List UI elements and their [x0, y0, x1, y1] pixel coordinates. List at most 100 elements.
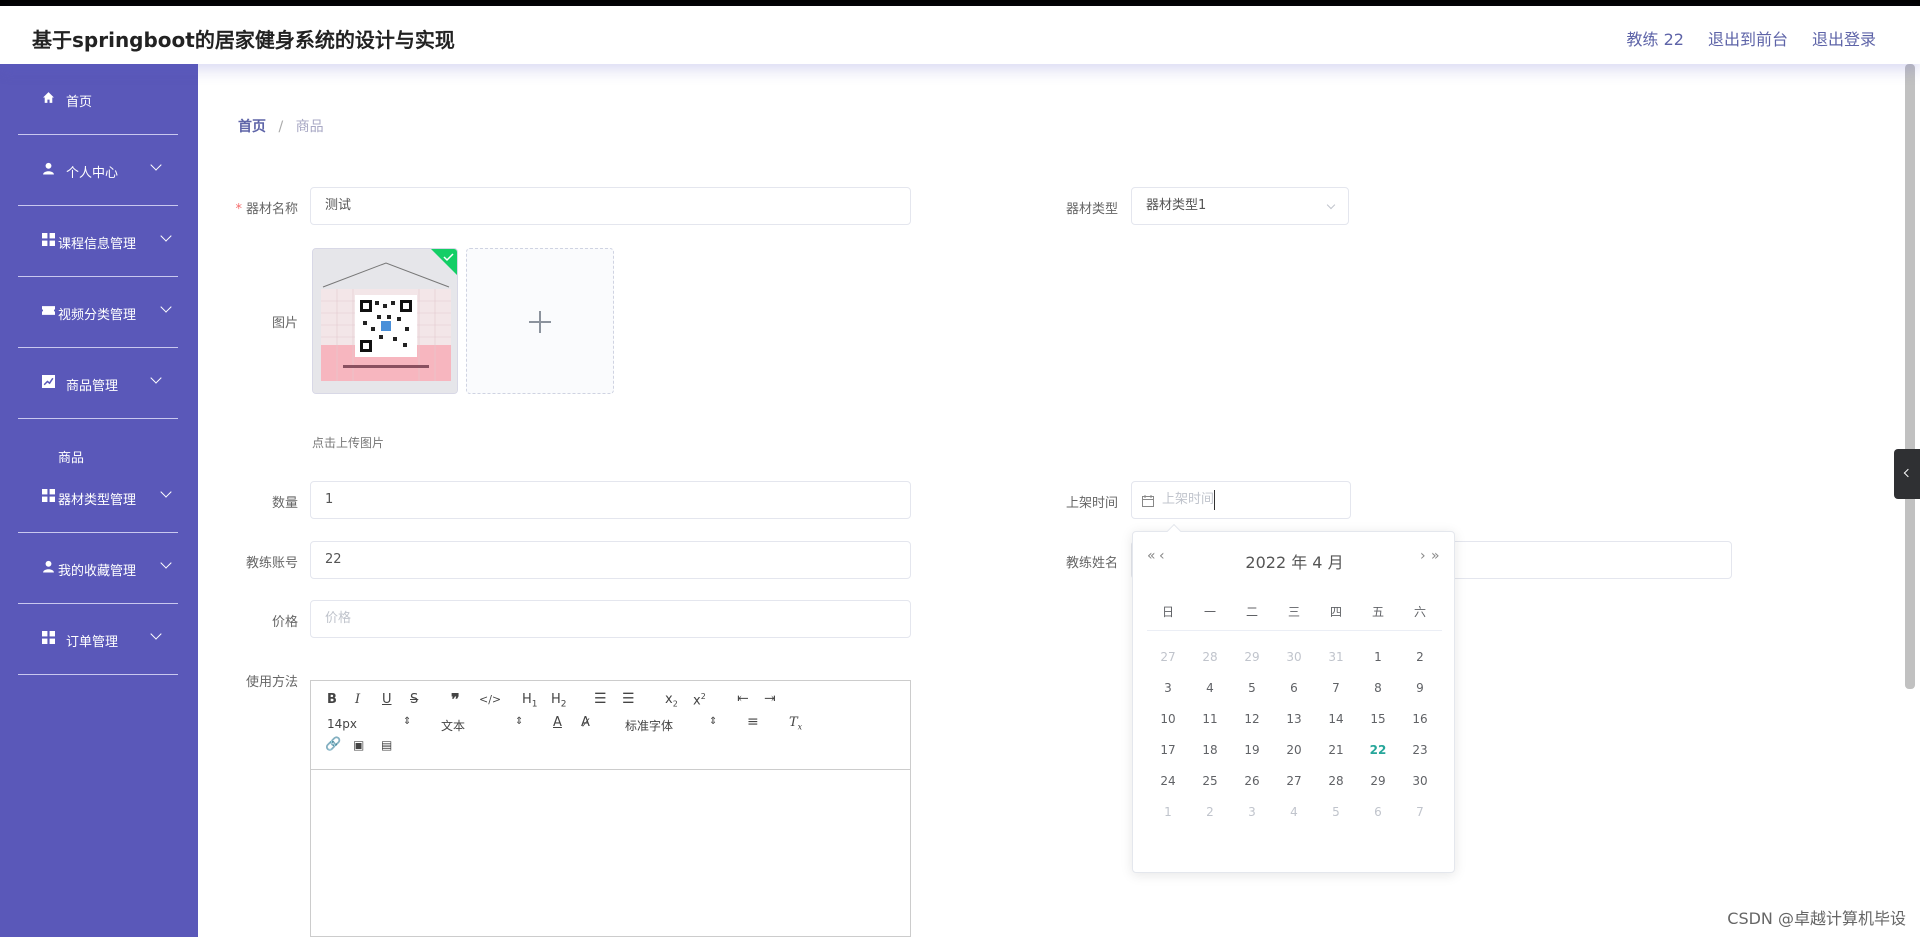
- date-cell[interactable]: 24: [1147, 774, 1189, 788]
- date-cell[interactable]: 21: [1315, 743, 1357, 757]
- date-cell[interactable]: 27: [1273, 774, 1315, 788]
- shelf-time-input[interactable]: 上架时间: [1131, 481, 1351, 519]
- sidebar-item-label: 我的收藏管理: [58, 564, 137, 579]
- date-cell-other-month[interactable]: 2: [1189, 805, 1231, 819]
- date-cell-other-month[interactable]: 4: [1273, 805, 1315, 819]
- date-cell[interactable]: 29: [1357, 774, 1399, 788]
- italic-icon[interactable]: I: [355, 692, 360, 707]
- date-cell-other-month[interactable]: 27: [1147, 650, 1189, 664]
- sidebar-item-course-info[interactable]: 课程信息管理: [18, 206, 178, 277]
- date-cell[interactable]: 4: [1189, 681, 1231, 695]
- heading1-icon[interactable]: H1: [522, 692, 538, 710]
- editor-content-area[interactable]: [311, 770, 910, 936]
- bullet-list-icon[interactable]: ☰: [622, 691, 635, 707]
- breadcrumb-home[interactable]: 首页: [238, 119, 266, 135]
- date-cell-other-month[interactable]: 30: [1273, 650, 1315, 664]
- date-cell-other-month[interactable]: 28: [1189, 650, 1231, 664]
- uploaded-image-thumbnail[interactable]: [312, 248, 458, 394]
- sidebar-item-orders[interactable]: 订单管理: [18, 604, 178, 675]
- logout-link[interactable]: 退出登录: [1812, 26, 1876, 50]
- background-color-icon[interactable]: A̷: [581, 715, 590, 730]
- text-format-select-arrow-icon: ⇕: [515, 716, 524, 727]
- date-cell[interactable]: 18: [1189, 743, 1231, 757]
- grid-icon: [42, 233, 55, 246]
- date-cell[interactable]: 23: [1399, 743, 1441, 757]
- date-cell-today[interactable]: 22: [1357, 743, 1399, 757]
- image-icon[interactable]: ▣: [353, 738, 364, 752]
- clear-format-icon[interactable]: Tx: [789, 715, 802, 732]
- upload-button[interactable]: [466, 248, 614, 394]
- blockquote-icon[interactable]: ❞: [451, 690, 460, 709]
- date-cell-other-month[interactable]: 29: [1231, 650, 1273, 664]
- font-family-select[interactable]: 标准字体: [625, 717, 673, 734]
- sidebar-item-equipment-type[interactable]: 器材类型管理: [18, 462, 178, 533]
- date-cell[interactable]: 3: [1147, 681, 1189, 695]
- sidebar-item-personal-center[interactable]: 个人中心: [18, 135, 178, 206]
- date-cell[interactable]: 1: [1357, 650, 1399, 664]
- sidebar-item-goods-management[interactable]: 商品管理: [18, 348, 178, 419]
- date-cell[interactable]: 26: [1231, 774, 1273, 788]
- underline-icon[interactable]: U: [382, 692, 392, 707]
- date-cell[interactable]: 6: [1273, 681, 1315, 695]
- subscript-icon[interactable]: x2: [665, 692, 678, 709]
- type-select[interactable]: 器材类型1: [1131, 187, 1349, 225]
- sidebar-item-my-favorites[interactable]: 我的收藏管理: [18, 533, 178, 604]
- date-cell-other-month[interactable]: 6: [1357, 805, 1399, 819]
- date-cell[interactable]: 9: [1399, 681, 1441, 695]
- date-cell[interactable]: 13: [1273, 712, 1315, 726]
- date-cell[interactable]: 17: [1147, 743, 1189, 757]
- side-drawer-toggle[interactable]: [1894, 449, 1920, 499]
- bold-icon[interactable]: B: [327, 692, 337, 707]
- price-input[interactable]: 价格: [310, 600, 911, 638]
- font-size-select[interactable]: 14px: [327, 717, 357, 731]
- text-cursor-icon: [1214, 490, 1216, 510]
- date-cell[interactable]: 11: [1189, 712, 1231, 726]
- outdent-icon[interactable]: ⇤: [737, 691, 749, 707]
- app-title: 基于springboot的居家健身系统的设计与实现: [32, 28, 455, 52]
- date-cell-other-month[interactable]: 31: [1315, 650, 1357, 664]
- ordered-list-icon[interactable]: ☰: [594, 691, 607, 707]
- link-icon[interactable]: 🔗: [325, 737, 341, 752]
- date-cell[interactable]: 8: [1357, 681, 1399, 695]
- align-icon[interactable]: ≡: [747, 714, 759, 730]
- name-input[interactable]: 测试: [310, 187, 911, 225]
- date-cell[interactable]: 7: [1315, 681, 1357, 695]
- superscript-icon[interactable]: x2: [693, 692, 706, 708]
- vertical-scrollbar[interactable]: [1905, 64, 1915, 689]
- date-cell[interactable]: 16: [1399, 712, 1441, 726]
- date-cell[interactable]: 14: [1315, 712, 1357, 726]
- text-format-select[interactable]: 文本: [441, 717, 465, 734]
- exit-to-front-link[interactable]: 退出到前台: [1708, 26, 1788, 50]
- date-cell-other-month[interactable]: 3: [1231, 805, 1273, 819]
- date-cell[interactable]: 15: [1357, 712, 1399, 726]
- date-cell[interactable]: 20: [1273, 743, 1315, 757]
- date-cell[interactable]: 2: [1399, 650, 1441, 664]
- date-cell[interactable]: 30: [1399, 774, 1441, 788]
- font-family-select-arrow-icon: ⇕: [709, 716, 718, 727]
- date-cell[interactable]: 19: [1231, 743, 1273, 757]
- date-cell[interactable]: 10: [1147, 712, 1189, 726]
- sidebar-item-video-category[interactable]: 视频分类管理: [18, 277, 178, 348]
- heading2-icon[interactable]: H2: [551, 692, 567, 710]
- next-year-icon[interactable]: »: [1431, 548, 1440, 564]
- user-icon: [43, 162, 54, 175]
- font-color-icon[interactable]: A: [553, 715, 562, 730]
- date-cell-other-month[interactable]: 5: [1315, 805, 1357, 819]
- quantity-input[interactable]: 1: [310, 481, 911, 519]
- date-cell-other-month[interactable]: 7: [1399, 805, 1441, 819]
- sidebar: 首页 个人中心 课程信息管理 视频分类管理 商品管理 商品 器材类型管理 我的收…: [0, 64, 198, 937]
- coach-account-input[interactable]: 22: [310, 541, 911, 579]
- date-cell[interactable]: 25: [1189, 774, 1231, 788]
- indent-icon[interactable]: ⇥: [764, 691, 776, 707]
- date-picker-title[interactable]: 2022 年 4 月: [1133, 549, 1456, 573]
- date-cell-other-month[interactable]: 1: [1147, 805, 1189, 819]
- next-month-icon[interactable]: ›: [1420, 548, 1426, 564]
- date-cell[interactable]: 28: [1315, 774, 1357, 788]
- sidebar-item-home[interactable]: 首页: [18, 64, 178, 135]
- code-block-icon[interactable]: </>: [479, 693, 501, 706]
- date-cell[interactable]: 12: [1231, 712, 1273, 726]
- video-icon[interactable]: ▤: [381, 738, 392, 752]
- watermark: CSDN @卓越计算机毕设: [1727, 909, 1906, 928]
- date-cell[interactable]: 5: [1231, 681, 1273, 695]
- strikethrough-icon[interactable]: S: [410, 692, 418, 707]
